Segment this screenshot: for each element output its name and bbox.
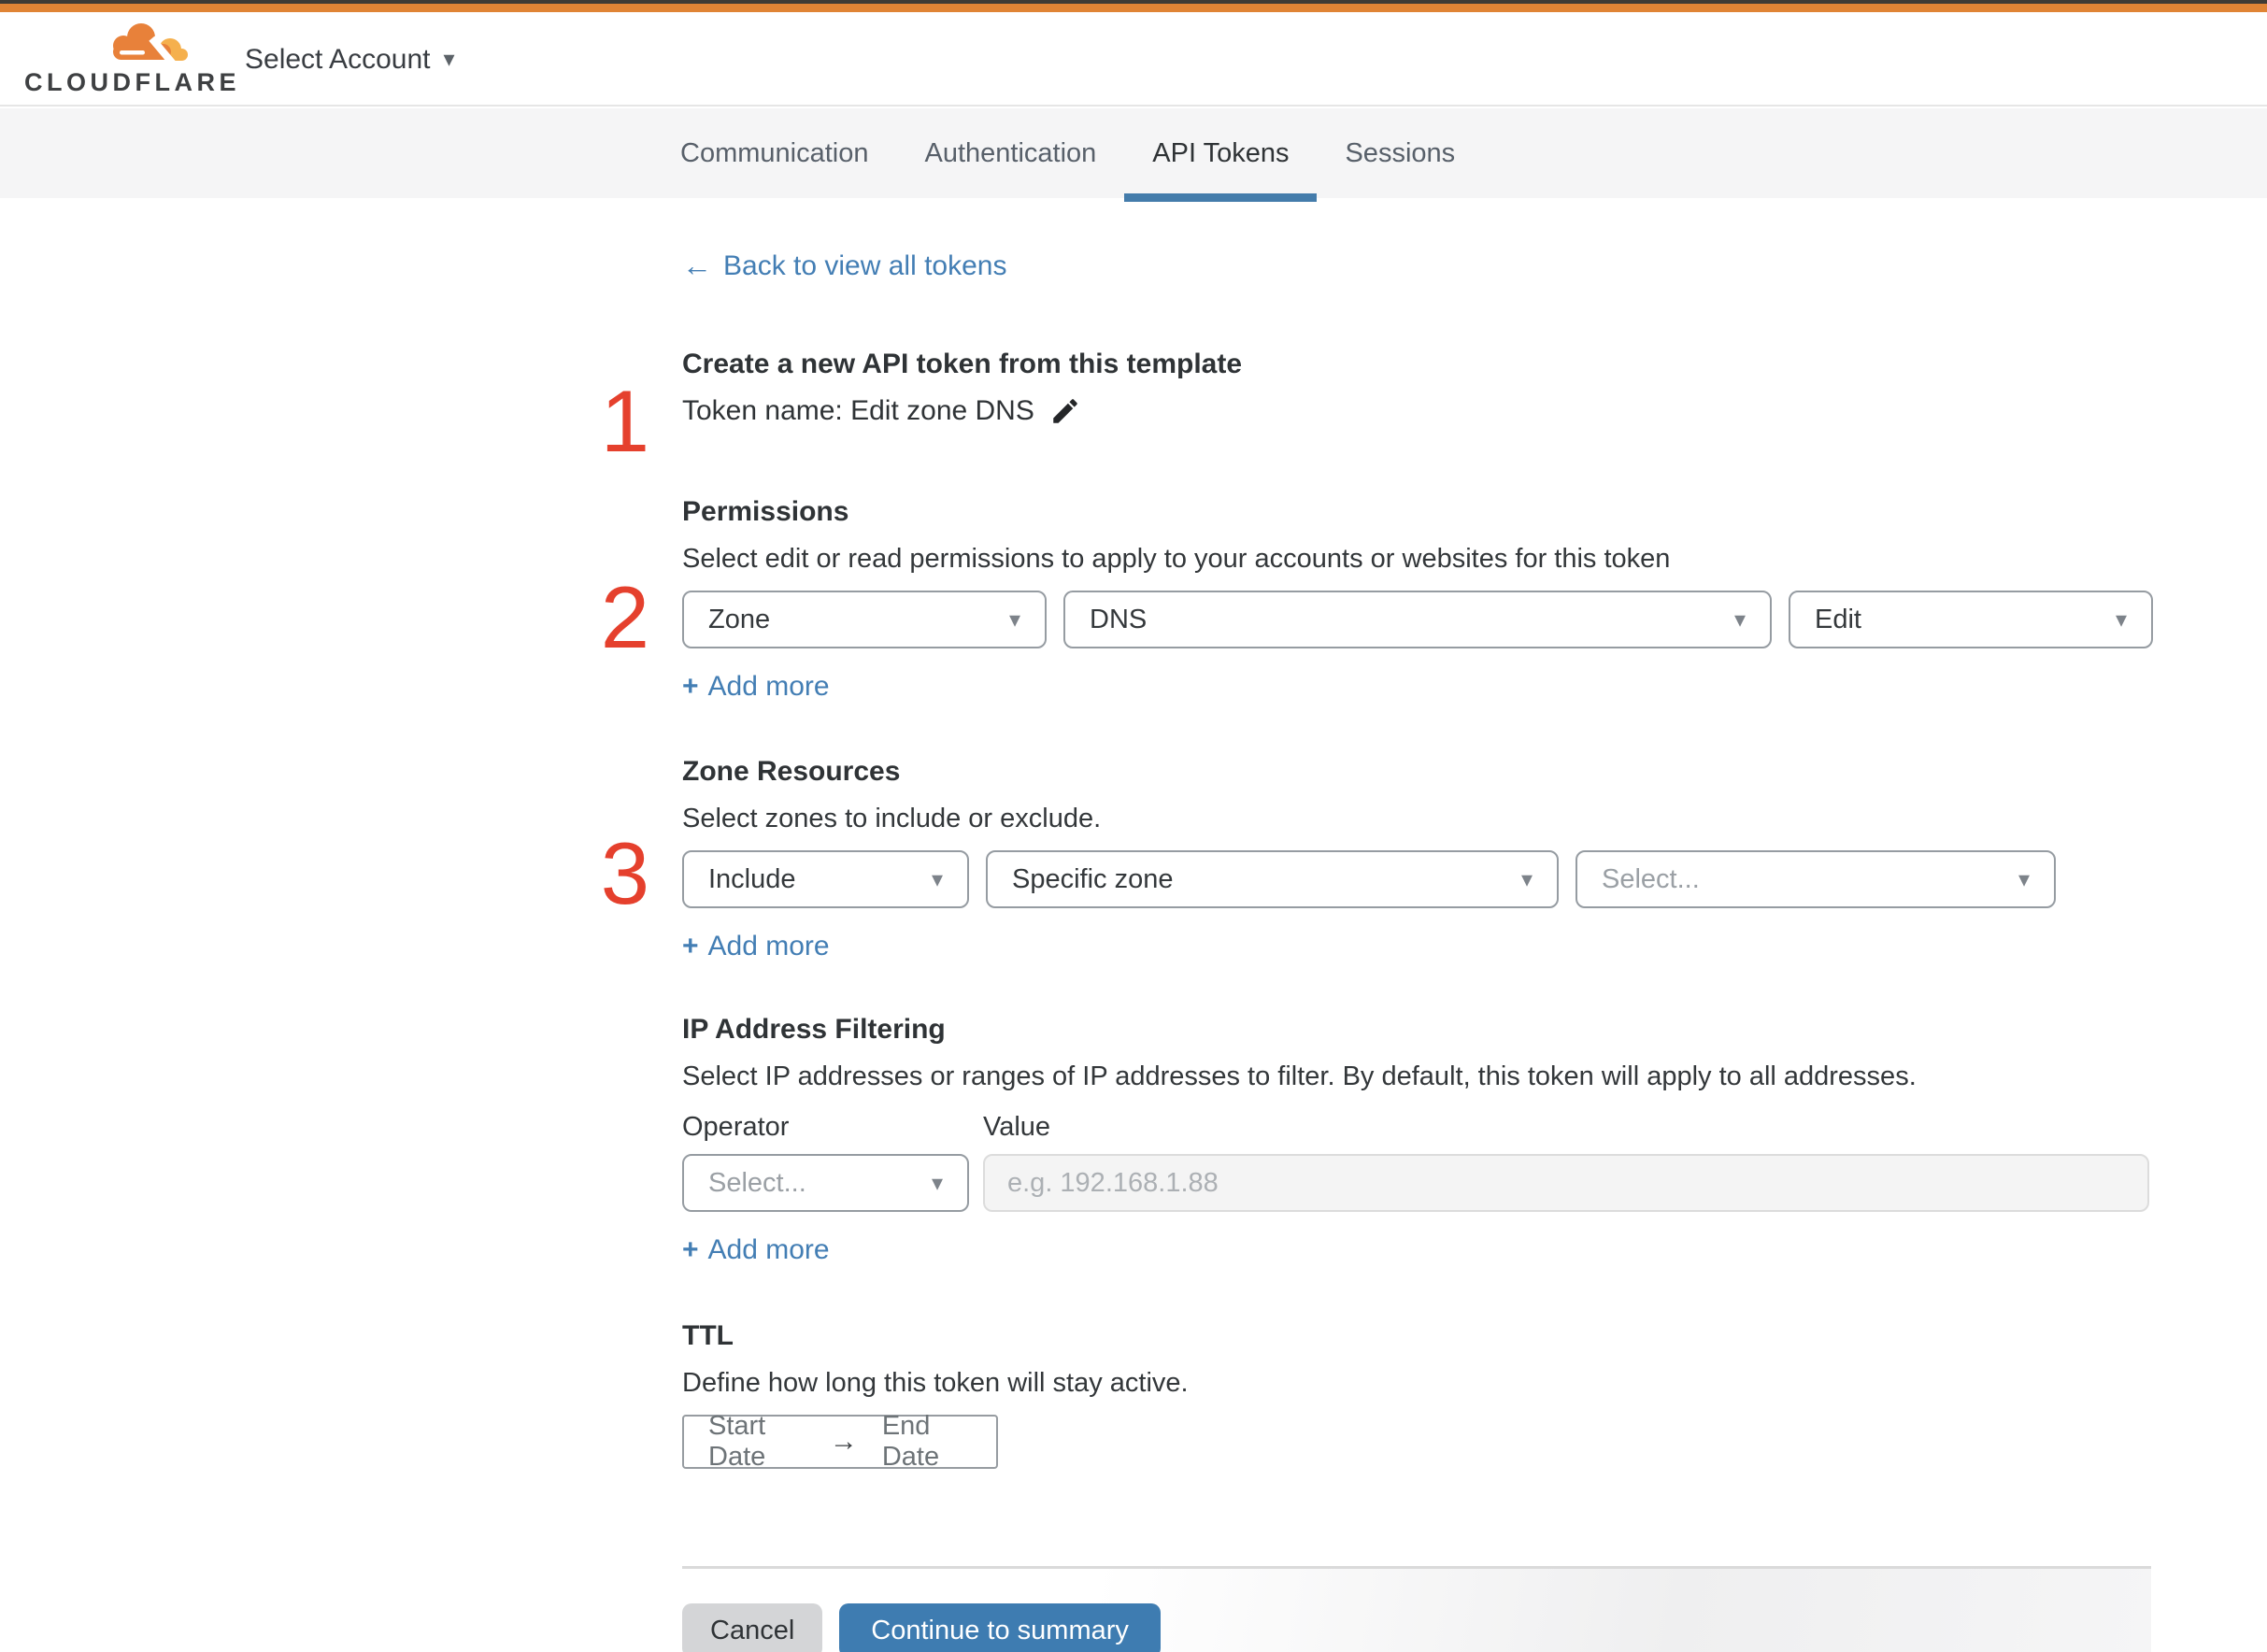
- ttl-date-range-picker[interactable]: Start Date → End Date: [682, 1411, 998, 1472]
- api-token-template-page: CLOUDFLARE Select Account ▾ Communicatio…: [0, 0, 2267, 1652]
- dropdown-placeholder: Select...: [1602, 863, 1700, 894]
- chevron-down-icon: ▾: [1520, 866, 1533, 892]
- top-accent-strip: [0, 4, 2267, 12]
- tab-bar: Communication Authentication API Tokens …: [0, 108, 2267, 202]
- zone-include-dropdown[interactable]: Include ▾: [682, 850, 969, 908]
- permissions-title: Permissions: [682, 496, 849, 527]
- value-label: Value: [983, 1112, 1051, 1142]
- permission-level-dropdown[interactable]: Edit ▾: [1789, 591, 2153, 648]
- back-link-label: Back to view all tokens: [723, 249, 1007, 281]
- section-ttl: TTL Define how long this token will stay…: [682, 1317, 2153, 1472]
- section-zone-resources: Zone Resources Select zones to include o…: [682, 753, 2153, 962]
- token-name-text: Token name: Edit zone DNS: [682, 395, 1034, 426]
- chevron-down-icon: ▾: [1733, 606, 1746, 633]
- permissions-add-more-link[interactable]: + Add more: [682, 671, 830, 703]
- dropdown-value: Zone: [708, 604, 771, 634]
- step-number-2: 2: [600, 568, 649, 666]
- ip-filtering-add-more-link[interactable]: + Add more: [682, 1234, 830, 1266]
- end-date-label: End Date: [881, 1411, 940, 1472]
- ip-filtering-title: IP Address Filtering: [682, 1014, 946, 1045]
- ip-operator-dropdown[interactable]: Select... ▾: [682, 1154, 969, 1212]
- cloudflare-logo: CLOUDFLARE: [24, 20, 235, 98]
- create-token-title: Create a new API token from this templat…: [682, 349, 1243, 379]
- back-arrow-icon: ←: [682, 249, 712, 282]
- zone-kind-dropdown[interactable]: Specific zone ▾: [986, 850, 1559, 908]
- permissions-description: Select edit or read permissions to apply…: [682, 544, 1671, 574]
- chevron-down-icon: ▾: [443, 47, 455, 72]
- tab-sessions[interactable]: Sessions: [1317, 108, 1483, 198]
- cloudflare-wordmark: CLOUDFLARE: [24, 68, 240, 96]
- section-permissions: Permissions Select edit or read permissi…: [682, 493, 2153, 703]
- chevron-down-icon: ▾: [1008, 606, 1020, 633]
- footer-shade: [1097, 1569, 2151, 1652]
- chevron-down-icon: ▾: [2017, 866, 2030, 892]
- tab-label: Communication: [680, 137, 869, 168]
- start-date-label: Start Date: [708, 1411, 766, 1472]
- zone-resources-title: Zone Resources: [682, 756, 901, 787]
- ttl-description: Define how long this token will stay act…: [682, 1368, 1189, 1398]
- tab-label: Authentication: [924, 137, 1097, 168]
- add-more-label: Add more: [707, 1234, 830, 1265]
- plus-icon: +: [682, 1234, 699, 1265]
- tab-label: API Tokens: [1152, 137, 1290, 168]
- tab-api-tokens[interactable]: API Tokens: [1124, 108, 1318, 202]
- add-more-label: Add more: [707, 931, 830, 961]
- ip-filtering-description: Select IP addresses or ranges of IP addr…: [682, 1061, 1917, 1091]
- right-arrow-icon: →: [829, 1426, 858, 1457]
- section-ip-filtering: IP Address Filtering Select IP addresses…: [682, 1011, 2153, 1266]
- dropdown-value: Include: [708, 863, 796, 894]
- edit-pencil-icon[interactable]: [1049, 395, 1081, 427]
- tab-communication[interactable]: Communication: [652, 108, 896, 198]
- permission-group-dropdown[interactable]: DNS ▾: [1063, 591, 1772, 648]
- site-header: CLOUDFLARE Select Account ▾: [0, 12, 2267, 107]
- ttl-title: TTL: [682, 1320, 734, 1351]
- footer-actions: Cancel Continue to summary: [682, 1603, 1161, 1652]
- back-to-tokens-link[interactable]: ← Back to view all tokens: [682, 249, 1006, 283]
- zone-resources-description: Select zones to include or exclude.: [682, 804, 1102, 833]
- add-more-label: Add more: [707, 671, 830, 702]
- chevron-down-icon: ▾: [931, 1170, 943, 1196]
- tab-label: Sessions: [1345, 137, 1456, 168]
- plus-icon: +: [682, 931, 699, 961]
- account-selector[interactable]: Select Account ▾: [245, 12, 455, 107]
- dropdown-value: Edit: [1815, 604, 1861, 634]
- plus-icon: +: [682, 671, 699, 702]
- cloudflare-cloud-icon: [113, 23, 188, 64]
- permission-scope-dropdown[interactable]: Zone ▾: [682, 591, 1047, 648]
- step-number-3: 3: [600, 824, 649, 922]
- tab-authentication[interactable]: Authentication: [896, 108, 1124, 198]
- zone-resources-add-more-link[interactable]: + Add more: [682, 931, 830, 962]
- chevron-down-icon: ▾: [2115, 606, 2127, 633]
- continue-to-summary-button[interactable]: Continue to summary: [839, 1603, 1161, 1652]
- dropdown-value: Specific zone: [1012, 863, 1174, 894]
- cancel-button[interactable]: Cancel: [682, 1603, 823, 1652]
- step-number-1: 1: [600, 372, 649, 470]
- dropdown-placeholder: Select...: [708, 1167, 806, 1198]
- chevron-down-icon: ▾: [931, 866, 943, 892]
- ip-value-input[interactable]: [983, 1154, 2149, 1212]
- operator-label: Operator: [682, 1112, 790, 1142]
- dropdown-value: DNS: [1090, 604, 1148, 634]
- zone-select-dropdown[interactable]: Select... ▾: [1575, 850, 2056, 908]
- account-selector-label: Select Account: [245, 43, 431, 75]
- section-create-token: Create a new API token from this templat…: [682, 346, 2153, 430]
